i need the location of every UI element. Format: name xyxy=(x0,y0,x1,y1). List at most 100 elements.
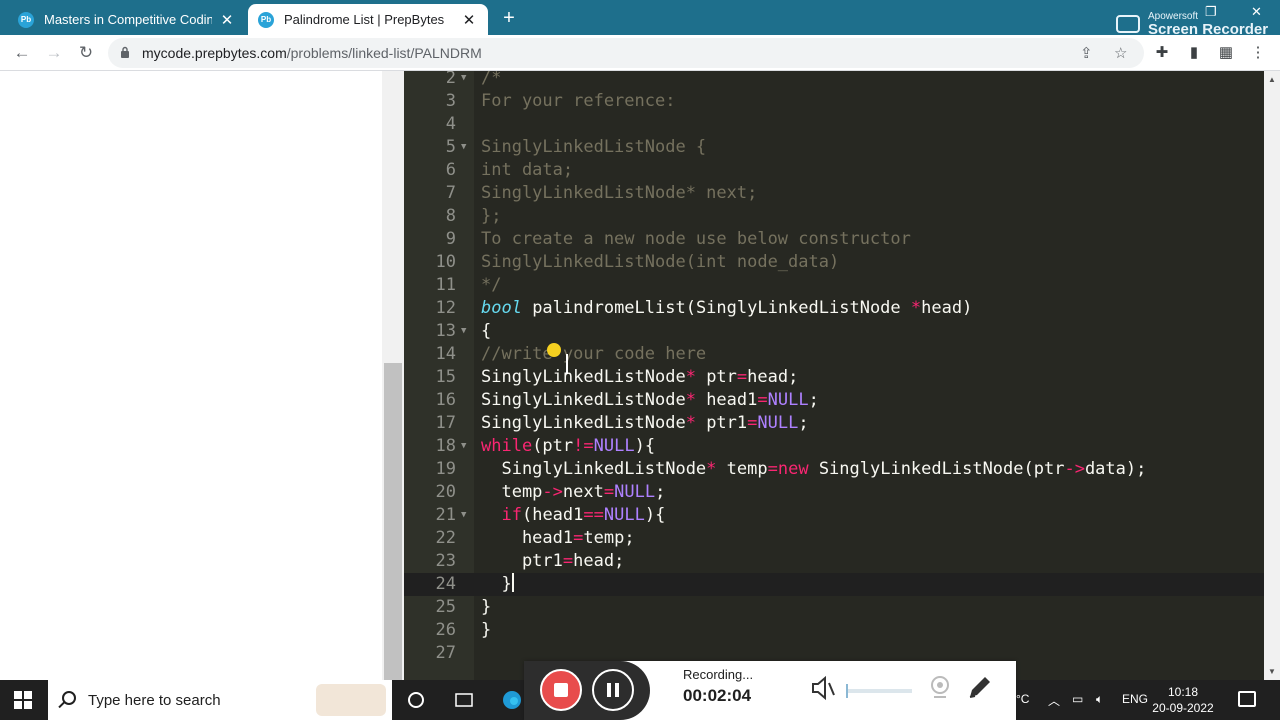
language-indicator[interactable]: ENG xyxy=(1122,692,1148,706)
fold-toggle-icon[interactable]: ▼ xyxy=(461,435,466,458)
menu-kebab-icon[interactable]: ⋮ xyxy=(1248,43,1268,63)
fold-toggle-icon[interactable]: ▼ xyxy=(461,320,466,343)
code-line[interactable]: 14 //write your code here xyxy=(404,343,1264,366)
cortana-icon[interactable] xyxy=(405,689,427,711)
code-line[interactable]: 19 SinglyLinkedListNode* temp=new Singly… xyxy=(404,458,1264,481)
share-icon[interactable]: ⇪ xyxy=(1080,44,1093,62)
code-text: SinglyLinkedListNode* ptr=head; xyxy=(481,366,798,389)
code-line[interactable]: 5 ▼ SinglyLinkedListNode { xyxy=(404,136,1264,159)
line-number: 17 xyxy=(435,413,456,433)
speaker-icon[interactable]: 🔈︎ xyxy=(1096,692,1103,707)
code-line[interactable]: 10 SinglyLinkedListNode(int node_data) xyxy=(404,251,1264,274)
clock-date: 20-09-2022 xyxy=(1152,701,1214,715)
recording-status: Recording... xyxy=(683,667,754,682)
scrollbar-thumb[interactable] xyxy=(384,363,402,680)
url-text: mycode.prepbytes.com/problems/linked-lis… xyxy=(142,45,482,61)
code-line[interactable]: 7 SinglyLinkedListNode* next; xyxy=(404,182,1264,205)
weather-temp-unit[interactable]: °C xyxy=(1016,692,1029,706)
taskbar-search-box[interactable]: Type here to search xyxy=(48,680,392,720)
volume-slider-knob[interactable] xyxy=(846,684,848,698)
code-line[interactable]: 24 } xyxy=(404,573,1264,596)
back-arrow-icon[interactable]: ← xyxy=(10,41,34,65)
tab-palindrome-list[interactable]: Pb Palindrome List | PrepBytes ✕ xyxy=(248,4,488,35)
code-text: /* xyxy=(481,71,501,90)
line-number: 8 xyxy=(445,206,456,226)
code-token: = xyxy=(562,551,574,571)
battery-icon[interactable]: ▭ xyxy=(1072,692,1083,706)
code-token: = xyxy=(757,390,768,410)
close-tab-icon[interactable]: ✕ xyxy=(460,11,478,29)
code-line[interactable]: 23 ptr1=head; xyxy=(404,550,1264,573)
code-line[interactable]: 26} xyxy=(404,619,1264,642)
code-text: ptr1=head; xyxy=(481,550,624,573)
task-view-icon[interactable] xyxy=(453,689,475,711)
profile-avatar-icon[interactable]: ▦ xyxy=(1216,43,1236,63)
extensions-puzzle-icon[interactable]: ✚ xyxy=(1152,43,1172,63)
code-token: bool xyxy=(481,298,522,318)
code-line[interactable]: 25} xyxy=(404,596,1264,619)
code-line[interactable]: 6 int data; xyxy=(404,159,1264,182)
code-text: temp->next=NULL; xyxy=(481,481,665,504)
code-line[interactable]: 18 ▼ while(ptr!=NULL){ xyxy=(404,435,1264,458)
code-text: For your reference: xyxy=(481,90,675,113)
fold-toggle-icon[interactable]: ▼ xyxy=(461,71,466,90)
line-number: 11 xyxy=(435,275,456,295)
code-line[interactable]: 21 ▼ if(head1==NULL){ xyxy=(404,504,1264,527)
stop-recording-button[interactable] xyxy=(540,669,582,711)
fold-toggle-icon[interactable]: ▼ xyxy=(461,136,466,159)
prepbytes-favicon-icon: Pb xyxy=(258,11,274,28)
code-line[interactable]: 20 temp->next=NULL; xyxy=(404,481,1264,504)
code-line[interactable]: 13 ▼ { xyxy=(404,320,1264,343)
code-line[interactable]: 4 xyxy=(404,113,1264,136)
code-token: /* xyxy=(481,71,502,88)
annotate-pen-icon[interactable] xyxy=(966,673,994,701)
code-token: ptr1 xyxy=(481,551,563,571)
scroll-up-icon[interactable]: ▲ xyxy=(1268,75,1276,84)
line-number: 3 xyxy=(445,91,456,111)
code-line[interactable]: 22 head1=temp; xyxy=(404,527,1264,550)
code-token: NULL xyxy=(767,390,809,410)
show-hidden-icons-chevron-icon[interactable]: ︿ xyxy=(1048,692,1060,709)
taskbar-clock[interactable]: 10:18 20-09-2022 xyxy=(1150,684,1216,716)
volume-icon[interactable] xyxy=(810,675,836,701)
code-line[interactable]: 2 ▼ /* xyxy=(404,71,1264,90)
code-editor[interactable]: 2 ▼/* 3 For your reference: 4 5 ▼ SinglyLinkedL… xyxy=(404,71,1264,680)
code-token: -> xyxy=(1064,459,1085,479)
volume-slider[interactable] xyxy=(846,684,912,698)
edge-browser-icon[interactable] xyxy=(501,689,523,711)
new-tab-button[interactable]: + xyxy=(497,6,521,30)
code-text: } xyxy=(481,619,491,642)
code-text: } xyxy=(481,573,514,596)
line-number: 19 xyxy=(435,459,456,479)
code-line[interactable]: 12 bool palindromeLlist(SinglyLinkedListN… xyxy=(404,297,1264,320)
forward-arrow-icon[interactable]: → xyxy=(42,41,66,65)
code-token: SinglyLinkedListNode { xyxy=(481,137,707,157)
line-number: 2 xyxy=(445,71,456,88)
code-line[interactable]: 9 To create a new node use below construc… xyxy=(404,228,1264,251)
editor-scrollbar[interactable]: ▲ ▼ xyxy=(1264,71,1280,680)
side-panel-icon[interactable]: ▮ xyxy=(1184,43,1204,63)
fold-toggle-icon[interactable]: ▼ xyxy=(461,504,466,527)
close-tab-icon[interactable]: ✕ xyxy=(218,11,236,29)
bookmark-star-icon[interactable]: ☆ xyxy=(1114,44,1127,62)
scroll-down-icon[interactable]: ▼ xyxy=(1268,667,1276,676)
code-text: bool palindromeLlist(SinglyLinkedListNod… xyxy=(481,297,972,320)
code-line[interactable]: 17 SinglyLinkedListNode* ptr1=NULL; xyxy=(404,412,1264,435)
address-bar[interactable]: mycode.prepbytes.com/problems/linked-lis… xyxy=(108,38,1144,68)
left-panel-scrollbar[interactable] xyxy=(382,71,404,680)
code-line[interactable]: 16 SinglyLinkedListNode* head1=NULL; xyxy=(404,389,1264,412)
code-line[interactable]: 15 SinglyLinkedListNode* ptr=head; xyxy=(404,366,1264,389)
line-number: 18 xyxy=(435,436,456,456)
line-number: 27 xyxy=(435,643,456,663)
search-highlight-illustration xyxy=(316,684,386,716)
tab-masters-in-competitive-coding[interactable]: Pb Masters in Competitive Coding | ✕ xyxy=(8,4,246,35)
reload-icon[interactable]: ↻ xyxy=(74,41,98,65)
code-line[interactable]: 3 For your reference: xyxy=(404,90,1264,113)
code-line[interactable]: 8}; xyxy=(404,205,1264,228)
webcam-icon[interactable] xyxy=(928,675,952,699)
code-line[interactable]: 11 */ xyxy=(404,274,1264,297)
code-text: To create a new node use below construct… xyxy=(481,228,911,251)
pause-recording-button[interactable] xyxy=(592,669,634,711)
notification-center-icon[interactable] xyxy=(1238,691,1256,707)
windows-start-icon[interactable] xyxy=(14,691,32,709)
